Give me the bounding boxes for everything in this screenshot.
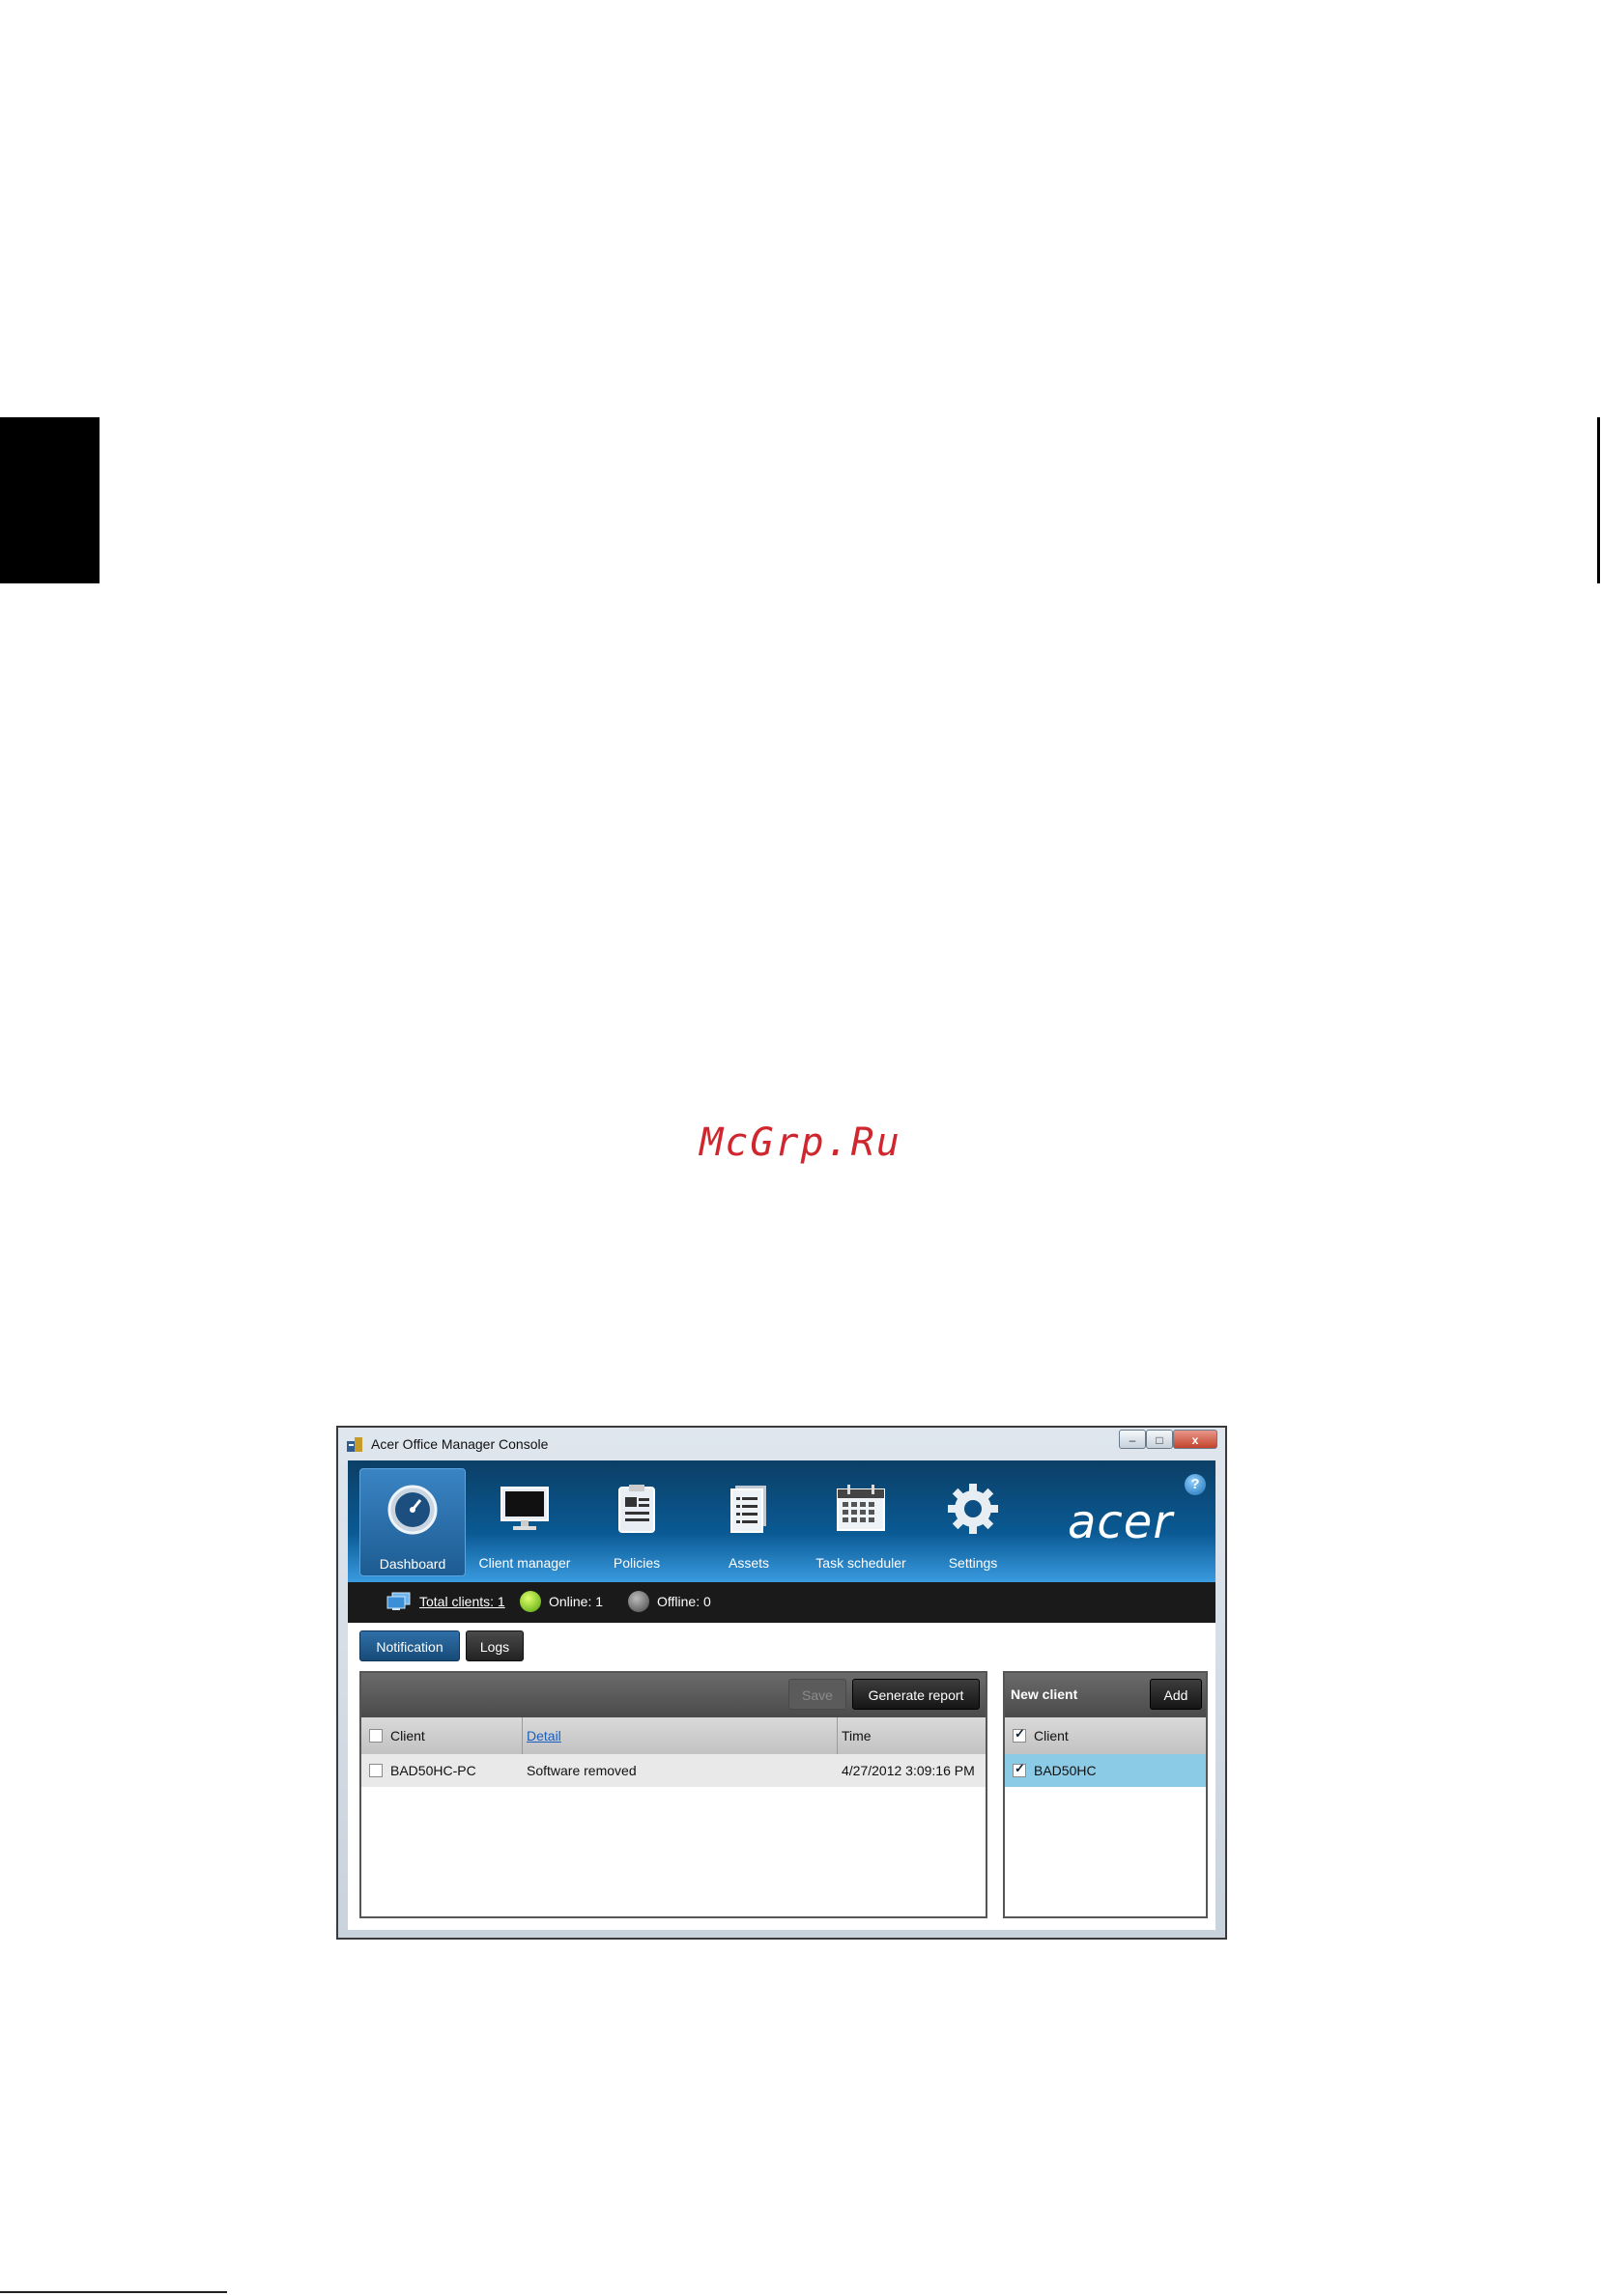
select-all-checkbox[interactable] — [369, 1729, 383, 1743]
help-icon[interactable]: ? — [1185, 1474, 1206, 1495]
main-content: Notification Logs Save Generate report C… — [348, 1623, 1215, 1930]
watermark-text: McGrp.Ru — [700, 1120, 901, 1165]
row-detail: Software removed — [527, 1763, 637, 1778]
calendar-icon — [837, 1485, 885, 1531]
document-list-icon — [730, 1486, 766, 1533]
window-controls: – □ x — [1119, 1430, 1217, 1451]
new-client-table-header: Client — [1005, 1717, 1206, 1754]
tab-logs[interactable]: Logs — [466, 1630, 524, 1661]
minimize-button[interactable]: – — [1119, 1430, 1146, 1449]
notification-toolbar: Save Generate report — [361, 1673, 986, 1717]
nav-dashboard[interactable]: Dashboard — [359, 1468, 466, 1576]
clipboard-icon — [618, 1485, 655, 1533]
nav-task-scheduler[interactable]: Task scheduler — [808, 1468, 914, 1576]
tab-notification[interactable]: Notification — [359, 1630, 460, 1661]
online-count: Online: 1 — [549, 1594, 604, 1609]
new-client-checkbox[interactable] — [1013, 1761, 1026, 1777]
new-client-header: New client Add — [1005, 1673, 1206, 1717]
save-button[interactable]: Save — [788, 1679, 846, 1710]
table-header: Client Detail Time — [361, 1717, 986, 1754]
window-title: Acer Office Manager Console — [371, 1436, 549, 1452]
status-bar: Total clients: 1 Online: 1 Offline: 0 — [348, 1582, 1215, 1623]
margin-bar — [1597, 417, 1600, 583]
dashboard-gauge-icon — [387, 1485, 438, 1535]
new-client-title: New client — [1011, 1687, 1078, 1702]
select-all-new-clients-checkbox[interactable] — [1013, 1726, 1026, 1743]
new-client-panel: New client Add Client BAD50HC — [1003, 1671, 1208, 1918]
total-clients-link[interactable]: Total clients: 1 — [419, 1594, 505, 1609]
column-header-client[interactable]: Client — [1034, 1717, 1150, 1754]
gear-icon — [948, 1484, 998, 1534]
nav-label: Policies — [613, 1555, 661, 1571]
offline-count: Offline: 0 — [657, 1594, 711, 1609]
clients-icon — [386, 1592, 411, 1610]
nav-label: Assets — [728, 1555, 769, 1571]
close-button[interactable]: x — [1173, 1430, 1217, 1449]
footer-rule — [0, 2291, 227, 2293]
offline-status-icon — [628, 1591, 649, 1612]
nav-label: Client manager — [478, 1555, 571, 1571]
nav-policies[interactable]: Policies — [584, 1468, 690, 1576]
row-checkbox[interactable] — [369, 1764, 383, 1777]
app-icon — [347, 1437, 362, 1452]
row-time: 4/27/2012 3:09:16 PM — [842, 1763, 975, 1778]
column-header-time[interactable]: Time — [837, 1717, 986, 1754]
monitor-icon — [500, 1487, 549, 1530]
nav-settings[interactable]: Settings — [920, 1468, 1026, 1576]
app-window: Acer Office Manager Console – □ x Dashbo… — [336, 1426, 1227, 1940]
add-client-button[interactable]: Add — [1150, 1679, 1202, 1710]
nav-label: Task scheduler — [815, 1555, 906, 1571]
list-item[interactable]: BAD50HC — [1005, 1754, 1206, 1787]
table-row[interactable]: BAD50HC-PC Software removed 4/27/2012 3:… — [361, 1754, 986, 1787]
acer-logo: acer — [1068, 1495, 1174, 1549]
notification-panel: Save Generate report Client Detail Time … — [359, 1671, 987, 1918]
nav-client-manager[interactable]: Client manager — [472, 1468, 578, 1576]
title-bar[interactable]: Acer Office Manager Console – □ x — [338, 1428, 1225, 1460]
navigation-banner: Dashboard Client manager Policies Assets… — [348, 1460, 1215, 1582]
new-client-name: BAD50HC — [1034, 1763, 1097, 1778]
maximize-button[interactable]: □ — [1146, 1430, 1173, 1449]
nav-label: Settings — [948, 1555, 998, 1571]
generate-report-button[interactable]: Generate report — [852, 1679, 980, 1710]
chapter-tab-marker — [0, 417, 100, 583]
detail-sort-link[interactable]: Detail — [527, 1728, 561, 1743]
row-client: BAD50HC-PC — [390, 1763, 476, 1778]
online-status-icon — [520, 1591, 541, 1612]
column-header-detail[interactable]: Detail — [522, 1717, 837, 1754]
column-header-client[interactable]: Client — [390, 1717, 468, 1754]
nav-label: Dashboard — [379, 1556, 446, 1572]
nav-assets[interactable]: Assets — [696, 1468, 802, 1576]
